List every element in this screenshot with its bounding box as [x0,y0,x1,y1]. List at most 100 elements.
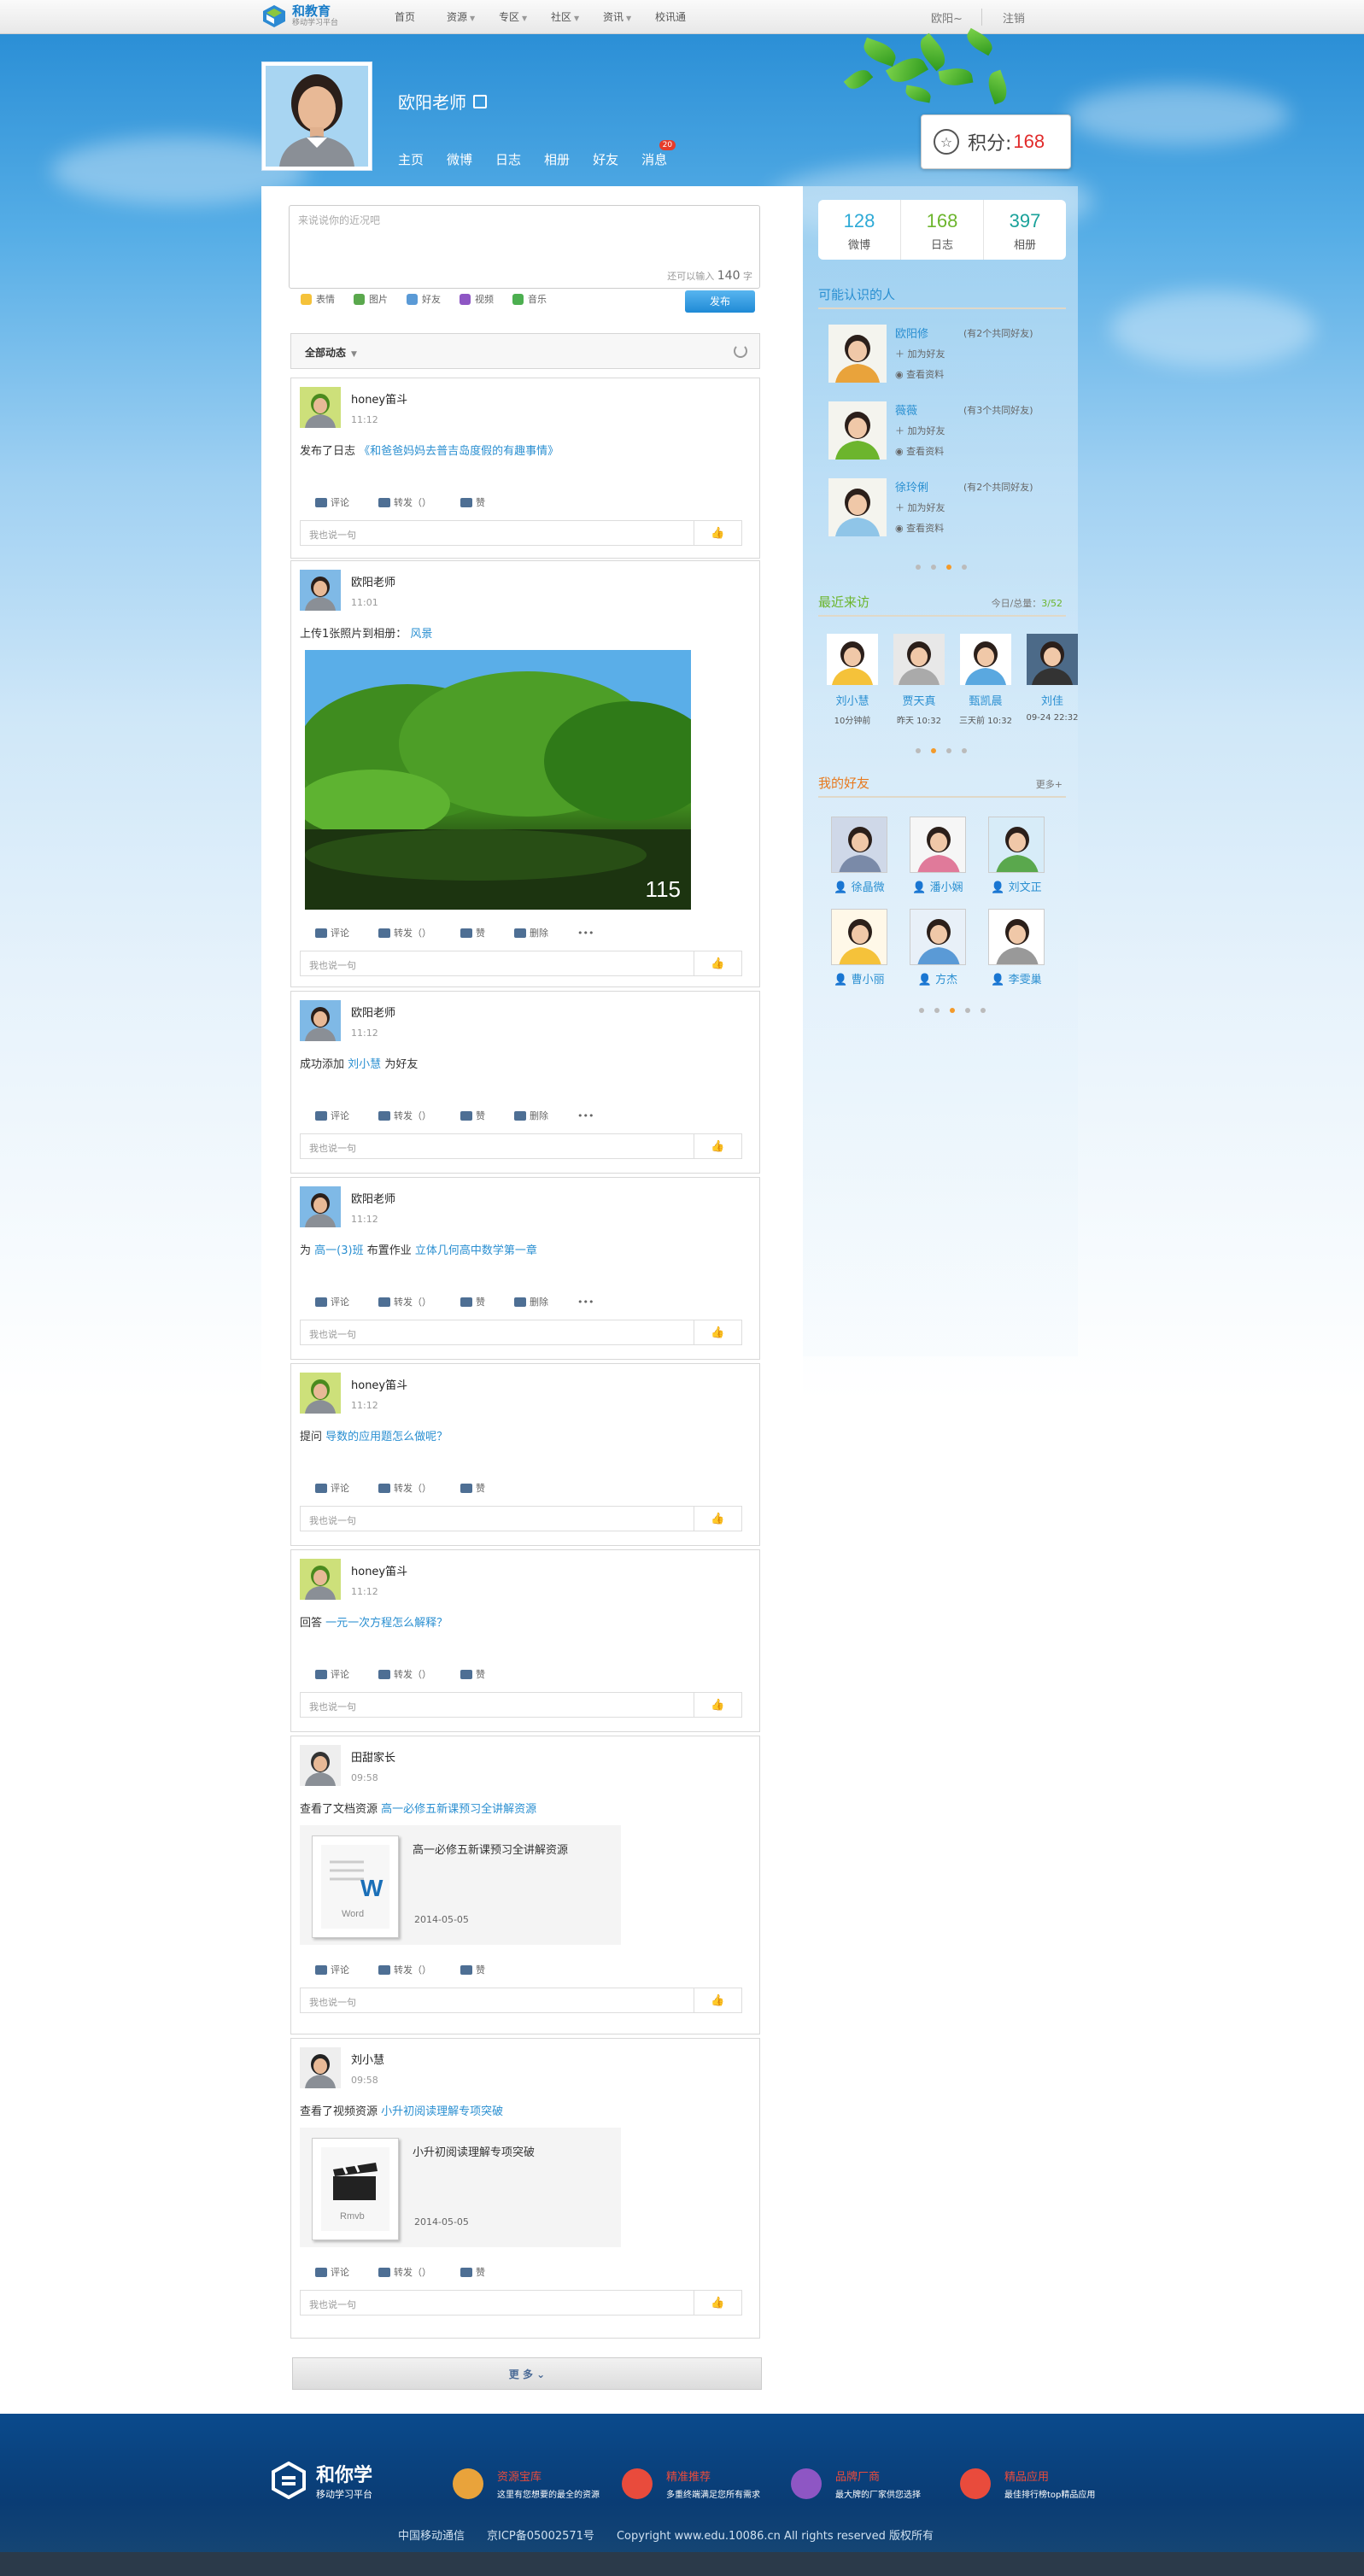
forward-button[interactable]: 转发（） [378,1109,431,1122]
know-pager[interactable] [916,565,977,570]
comment-input[interactable]: 我也说一句 👍 [300,1988,742,2013]
compose-box[interactable]: 来说说你的近况吧 还可以输入 140 字 [289,205,760,289]
nav-item[interactable]: 首页 [395,0,447,34]
delete-button[interactable]: 删除 [514,1295,548,1308]
more-actions-button[interactable]: ••• [577,928,594,939]
site-logo[interactable]: 和教育 移动学习平台 [261,3,338,29]
post-author[interactable]: honey笛斗 [351,390,407,407]
more-button[interactable]: 更 多 ⌄ [292,2357,762,2390]
know-name[interactable]: 徐玲俐 [895,478,928,495]
visitors-pager[interactable] [916,748,977,753]
friend-name[interactable]: 👤 刘文正 [982,878,1051,894]
comment-input[interactable]: 我也说一句 👍 [300,1133,742,1159]
friend-avatar[interactable] [831,909,887,965]
forward-button[interactable]: 转发（） [378,926,431,940]
comment-input[interactable]: 我也说一句 👍 [300,520,742,546]
friend-avatar[interactable] [910,817,966,873]
friend-name[interactable]: 👤 徐晶微 [825,878,893,894]
post-avatar[interactable] [300,570,341,611]
comment-button[interactable]: 评论 [315,2265,349,2279]
nav-item[interactable]: 校讯通 [655,0,707,34]
friend-name[interactable]: 👤 方杰 [904,970,972,986]
comment-input[interactable]: 我也说一句 👍 [300,1692,742,1718]
forward-button[interactable]: 转发（） [378,1295,431,1308]
know-avatar[interactable] [828,325,887,383]
forward-button[interactable]: 转发（） [378,1963,431,1976]
post-avatar[interactable] [300,1745,341,1786]
comment-input[interactable]: 我也说一句 👍 [300,1506,742,1531]
friend-item[interactable]: 👤 刘文正 [982,817,1051,894]
footer-feature[interactable]: 精品应用 最佳排行榜top精品应用 [955,2465,1095,2503]
post-avatar[interactable] [300,1186,341,1227]
post-author[interactable]: honey笛斗 [351,1376,407,1392]
view-profile-link[interactable]: ◉ 查看资料 [895,367,944,381]
post-photo[interactable]: 115 [305,650,691,910]
visitor-name[interactable]: 刘佳 [1022,692,1083,708]
add-friend-link[interactable]: ＋ 加为好友 [895,424,945,437]
visitor-item[interactable]: 刘佳 09-24 22:32 [1022,634,1083,723]
friend-name[interactable]: 👤 曹小丽 [825,970,893,986]
footer-feature[interactable]: 品牌厂商 最大牌的厂家供您选择 [786,2465,921,2503]
thumbs-up-icon[interactable]: 👍 [694,1693,741,1717]
visitor-item[interactable]: 贾天真 昨天 10:32 [888,634,950,726]
comment-button[interactable]: 评论 [315,1963,349,1976]
post-avatar[interactable] [300,1373,341,1414]
comment-button[interactable]: 评论 [315,1295,349,1308]
like-button[interactable]: 赞 [460,1963,485,1976]
profile-tab[interactable]: 好友 [593,150,618,168]
friends-more-link[interactable]: 更多+ [1036,777,1063,791]
profile-tab[interactable]: 相册 [544,150,570,168]
post-avatar[interactable] [300,1000,341,1041]
delete-button[interactable]: 删除 [514,926,548,940]
logout-link[interactable]: 注销 [1003,9,1025,26]
comment-input[interactable]: 我也说一句 👍 [300,2290,742,2315]
know-name[interactable]: 薇薇 [895,401,917,418]
friends-pager[interactable] [919,1008,996,1013]
friend-avatar[interactable] [910,909,966,965]
compose-tool[interactable]: 视频 [460,292,494,306]
visitor-avatar[interactable] [827,634,878,685]
compose-tool[interactable]: 音乐 [512,292,547,306]
view-profile-link[interactable]: ◉ 查看资料 [895,521,944,535]
post-author[interactable]: 刘小慧 [351,2051,384,2067]
profile-tab[interactable]: 微博 [447,150,472,168]
thumbs-up-icon[interactable]: 👍 [694,521,741,545]
comment-button[interactable]: 评论 [315,1667,349,1681]
stat-2[interactable]: 397 相册 [984,200,1066,260]
thumbs-up-icon[interactable]: 👍 [694,1320,741,1344]
friend-item[interactable]: 👤 方杰 [904,909,972,986]
visitor-item[interactable]: 刘小慧 10分钟前 [822,634,883,726]
more-actions-button[interactable]: ••• [577,1110,594,1121]
thumbs-up-icon[interactable]: 👍 [694,1134,741,1158]
post-link[interactable]: 一元一次方程怎么解释？ [325,1617,448,1630]
post-author[interactable]: 田甜家长 [351,1748,395,1765]
edit-icon[interactable] [473,94,487,108]
friend-avatar[interactable] [831,817,887,873]
visitor-name[interactable]: 贾天真 [888,692,950,708]
nav-item[interactable]: 资讯 ▼ [603,0,655,34]
add-friend-link[interactable]: ＋ 加为好友 [895,501,945,514]
like-button[interactable]: 赞 [460,1481,485,1495]
post-link[interactable]: 高一(3)班 [314,1244,363,1257]
resource-card[interactable]: W Word 高一必修五新课预习全讲解资源 2014-05-05 [300,1825,621,1945]
delete-button[interactable]: 删除 [514,1109,548,1122]
know-name[interactable]: 欧阳修 [895,325,928,341]
visitor-avatar[interactable] [1027,634,1078,685]
nav-item[interactable]: 社区 ▼ [551,0,603,34]
forward-button[interactable]: 转发（） [378,495,431,509]
profile-tab[interactable]: 主页 [398,150,424,168]
user-name-link[interactable]: 欧阳~ [931,9,963,26]
comment-button[interactable]: 评论 [315,495,349,509]
like-button[interactable]: 赞 [460,2265,485,2279]
friend-name[interactable]: 👤 潘小娴 [904,878,972,894]
compose-tool[interactable]: 图片 [354,292,388,306]
like-button[interactable]: 赞 [460,1295,485,1308]
comment-button[interactable]: 评论 [315,1109,349,1122]
forward-button[interactable]: 转发（） [378,2265,431,2279]
like-button[interactable]: 赞 [460,1109,485,1122]
stat-1[interactable]: 168 日志 [901,200,984,260]
publish-button[interactable]: 发布 [685,290,755,313]
post-link-2[interactable]: 立体几何高中数学第一章 [415,1244,537,1257]
thumbs-up-icon[interactable]: 👍 [694,1507,741,1531]
know-avatar[interactable] [828,478,887,536]
